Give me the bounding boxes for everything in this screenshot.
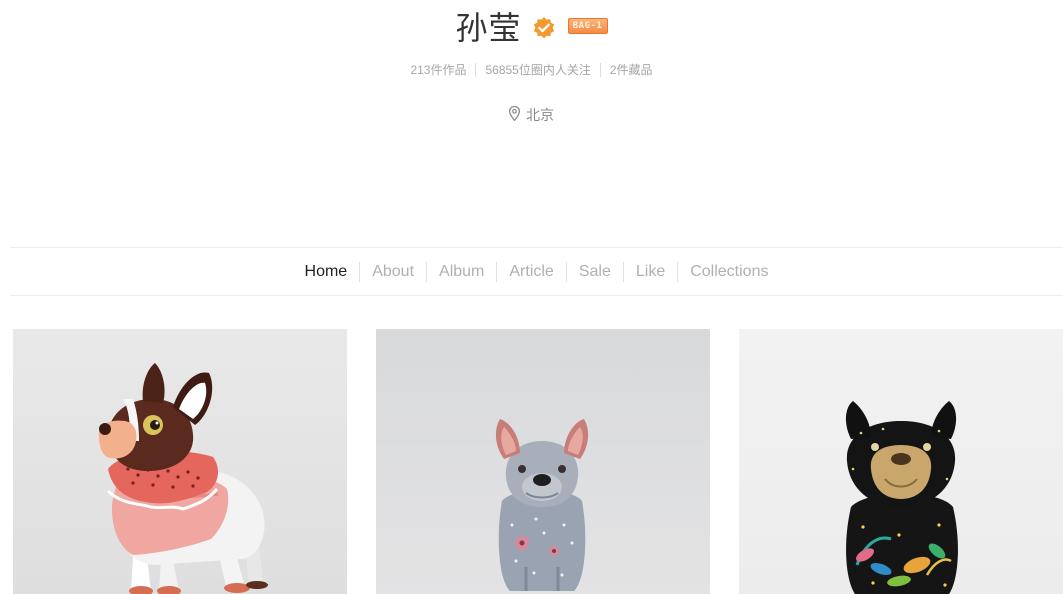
verified-icon (532, 16, 556, 40)
level-badge[interactable]: BAG-1 (567, 18, 608, 34)
tab-like[interactable]: Like (624, 262, 677, 282)
tab-article[interactable]: Article (497, 262, 565, 282)
artwork-card[interactable] (13, 329, 347, 594)
tab-album[interactable]: Album (427, 262, 496, 282)
artwork-image-pink-bulldog (13, 329, 347, 594)
followers-count[interactable]: 56855位圈内人关注 (485, 61, 590, 78)
tab-about[interactable]: About (360, 262, 426, 282)
profile-header: 孙莹 BAG-1 213件作品 56855位圈内人关注 2件藏品 北京 (0, 0, 1063, 240)
stats-divider (599, 62, 601, 77)
tab-sale[interactable]: Sale (567, 262, 623, 282)
location-label: 北京 (526, 107, 554, 123)
artwork-image-black-bulldog (739, 329, 1063, 594)
artwork-gallery (13, 329, 1063, 594)
profile-nav: Home About Album Article Sale Like Colle… (10, 247, 1063, 296)
tab-home[interactable]: Home (293, 262, 360, 282)
profile-stats: 213件作品 56855位圈内人关注 2件藏品 (0, 61, 1063, 78)
artwork-card[interactable] (739, 329, 1063, 594)
artwork-card[interactable] (376, 329, 710, 594)
tab-collections[interactable]: Collections (678, 262, 780, 282)
artwork-image-grey-bulldog (376, 329, 710, 594)
works-count[interactable]: 213件作品 (410, 61, 466, 78)
location-pin-icon (508, 105, 521, 124)
artist-name: 孙莹 (455, 9, 522, 47)
name-row: 孙莹 BAG-1 (0, 6, 1063, 50)
collections-count[interactable]: 2件藏品 (610, 61, 653, 78)
location: 北京 (0, 105, 1063, 125)
stats-divider (475, 62, 477, 77)
